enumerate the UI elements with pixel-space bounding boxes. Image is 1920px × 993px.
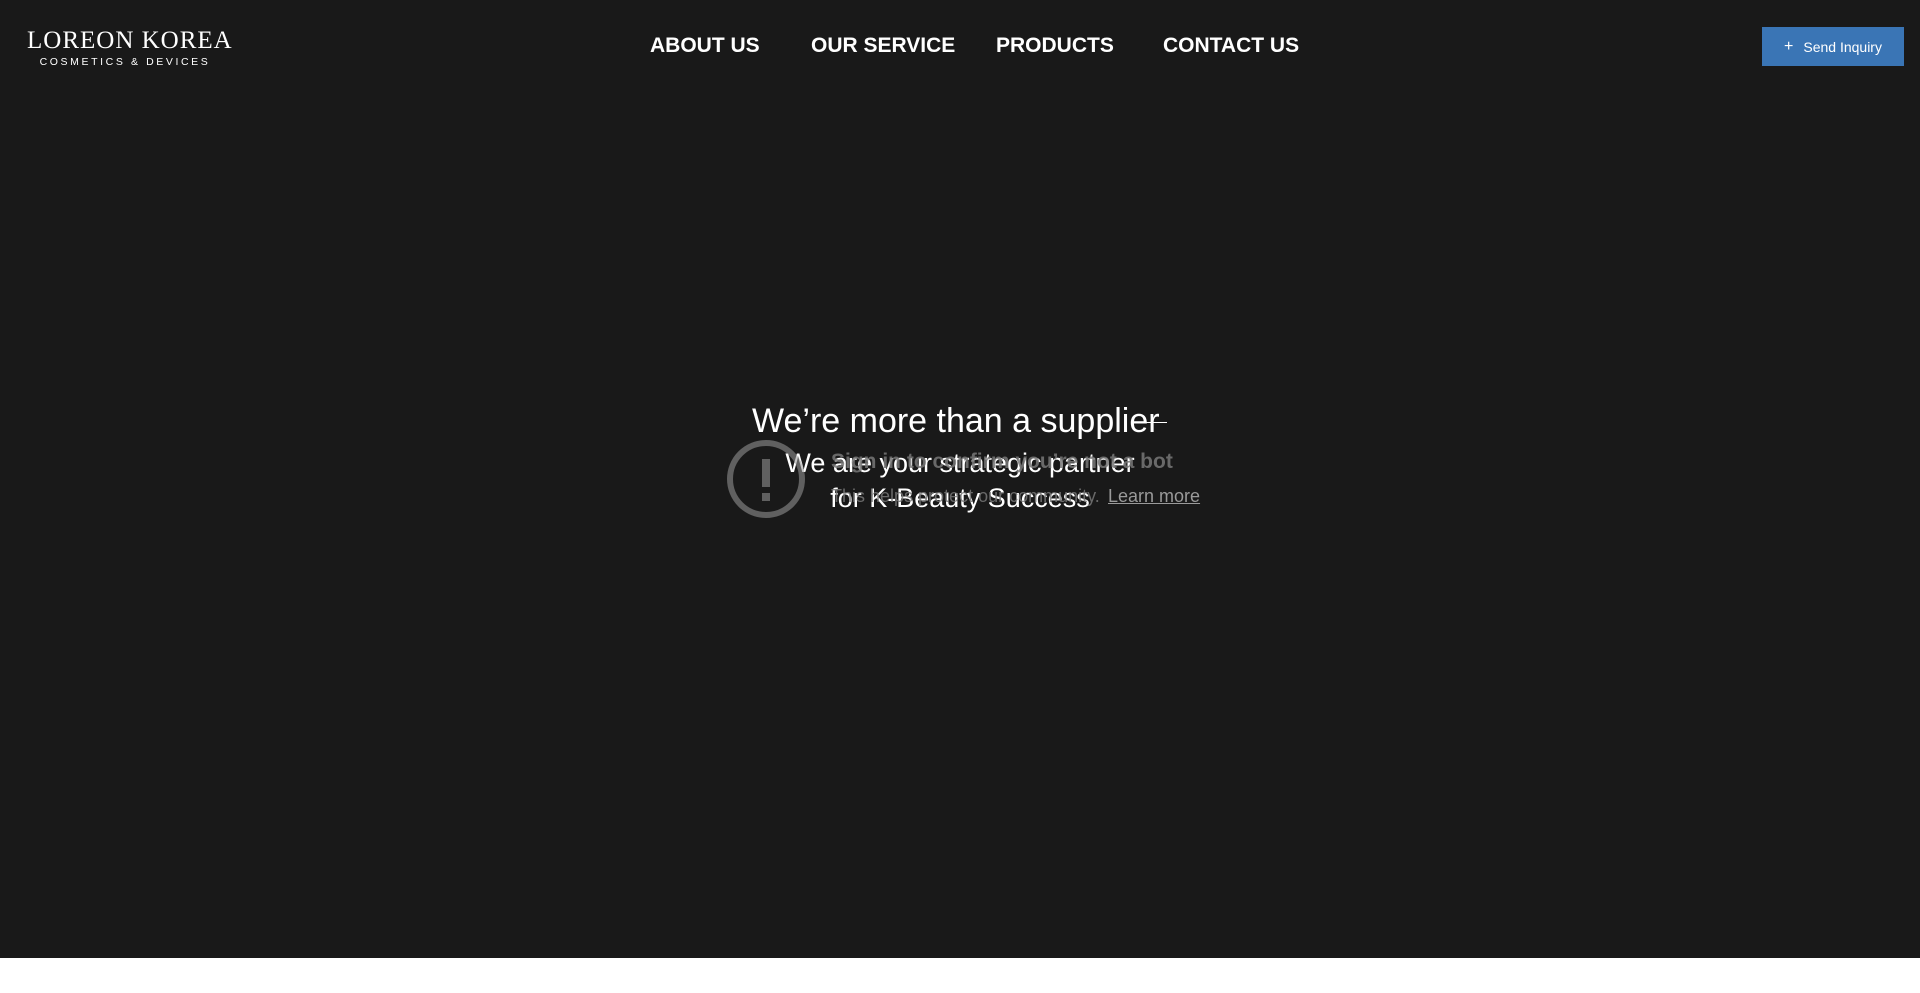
send-inquiry-button[interactable]: + Send Inquiry xyxy=(1762,27,1904,66)
nav-item-contact-us[interactable]: CONTACT US xyxy=(1163,33,1299,59)
nav-item-products[interactable]: PRODUCTS xyxy=(996,33,1114,59)
alert-circle-icon xyxy=(727,440,805,518)
main-nav: ABOUT US OUR SERVICE PRODUCTS CONTACT US xyxy=(0,33,1920,59)
page-bottom-strip xyxy=(0,958,1920,993)
send-inquiry-label: Send Inquiry xyxy=(1803,38,1882,55)
nav-item-about-us[interactable]: ABOUT US xyxy=(650,33,760,59)
learn-more-link[interactable]: Learn more xyxy=(1108,484,1200,508)
site-header: LOREON KOREA COSMETICS & DEVICES ABOUT U… xyxy=(0,0,1920,92)
bot-check-overlay: Sign in to confirm you’re not a bot This… xyxy=(726,437,1206,523)
page: LOREON KOREA COSMETICS & DEVICES ABOUT U… xyxy=(0,0,1920,958)
plus-icon: + xyxy=(1784,37,1794,55)
nav-item-our-service[interactable]: OUR SERVICE xyxy=(811,33,955,59)
bot-check-heading: Sign in to confirm you’re not a bot xyxy=(831,450,1173,473)
hero-title-dash xyxy=(1137,422,1167,423)
bot-check-text: This helps protect our community. xyxy=(831,486,1100,506)
